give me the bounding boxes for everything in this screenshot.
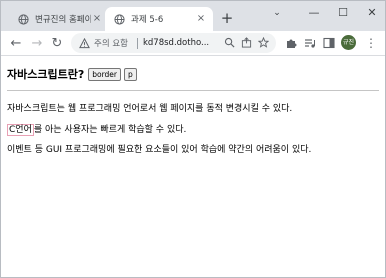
omnibox-divider	[136, 37, 138, 49]
minimize-button[interactable]: —	[299, 1, 329, 23]
profile-avatar[interactable]: 규진	[341, 35, 356, 50]
share-icon[interactable]	[241, 37, 253, 49]
tab-close-icon[interactable]: ×	[91, 13, 103, 25]
tab-title: 변규진의 홈페이지	[35, 15, 91, 25]
page-content: 자바스크립트란? border p 자바스크립트는 웹 프로그래밍 언어로서 웹…	[1, 55, 385, 277]
side-panel-icon[interactable]	[322, 36, 336, 50]
tab-close-icon[interactable]: ×	[195, 13, 207, 25]
tab-homepage[interactable]: 변규진의 홈페이지 ×	[9, 7, 109, 31]
warning-icon[interactable]	[79, 37, 90, 49]
page-heading: 자바스크립트란?	[7, 68, 85, 81]
bookmark-star-icon[interactable]	[257, 36, 270, 49]
maximize-button[interactable]: ☐	[328, 1, 358, 23]
forward-button[interactable]: →	[28, 34, 46, 52]
paragraph-2-text: 를 아는 사용자는 빠르게 학습할 수 있다.	[33, 125, 187, 135]
border-button[interactable]: border	[88, 67, 121, 81]
extensions-icon[interactable]	[284, 36, 298, 50]
menu-icon[interactable]: ⋮	[365, 35, 377, 51]
reload-button[interactable]: ↻	[48, 34, 66, 52]
highlighted-span: C언어	[7, 124, 34, 136]
browser-window: 변규진의 홈페이지 × 과제 5-6 × + ⌄ — ☐ ✕ ← → ↻ 주의 …	[0, 0, 386, 278]
paragraph-2: C언어 를 아는 사용자는 빠르게 학습할 수 있다.	[7, 122, 187, 136]
tab-assignment[interactable]: 과제 5-6 ×	[105, 7, 213, 31]
tab-search-icon[interactable]: ⌄	[270, 8, 284, 22]
address-bar[interactable]: 주의 요함 kd78sd.dotho...	[71, 33, 276, 53]
paragraph-3: 이벤트 등 GUI 프로그래밍에 필요한 요소들이 있어 학습에 약간의 어려움…	[7, 145, 312, 155]
p-button[interactable]: p	[124, 67, 137, 81]
new-tab-button[interactable]: +	[218, 9, 236, 27]
browser-toolbar: ← → ↻ 주의 요함 kd78sd.dotho... 규진 ⋮	[1, 31, 385, 55]
back-button[interactable]: ←	[7, 34, 25, 52]
zoom-icon[interactable]	[224, 37, 236, 49]
globe-icon	[113, 13, 125, 25]
close-window-button[interactable]: ✕	[357, 1, 386, 23]
paragraph-1: 자바스크립트는 웹 프로그래밍 언어로서 웹 페이지를 동적 변경시킬 수 있다…	[7, 104, 293, 114]
divider	[7, 90, 379, 91]
security-status[interactable]: 주의 요함	[94, 37, 128, 49]
tab-strip: 변규진의 홈페이지 × 과제 5-6 × + ⌄ — ☐ ✕	[1, 1, 385, 31]
globe-icon	[17, 13, 29, 25]
headline-row: 자바스크립트란? border p	[7, 66, 140, 82]
url-text[interactable]: kd78sd.dotho...	[143, 38, 219, 48]
media-list-icon[interactable]	[303, 36, 317, 50]
tab-title: 과제 5-6	[131, 15, 164, 25]
